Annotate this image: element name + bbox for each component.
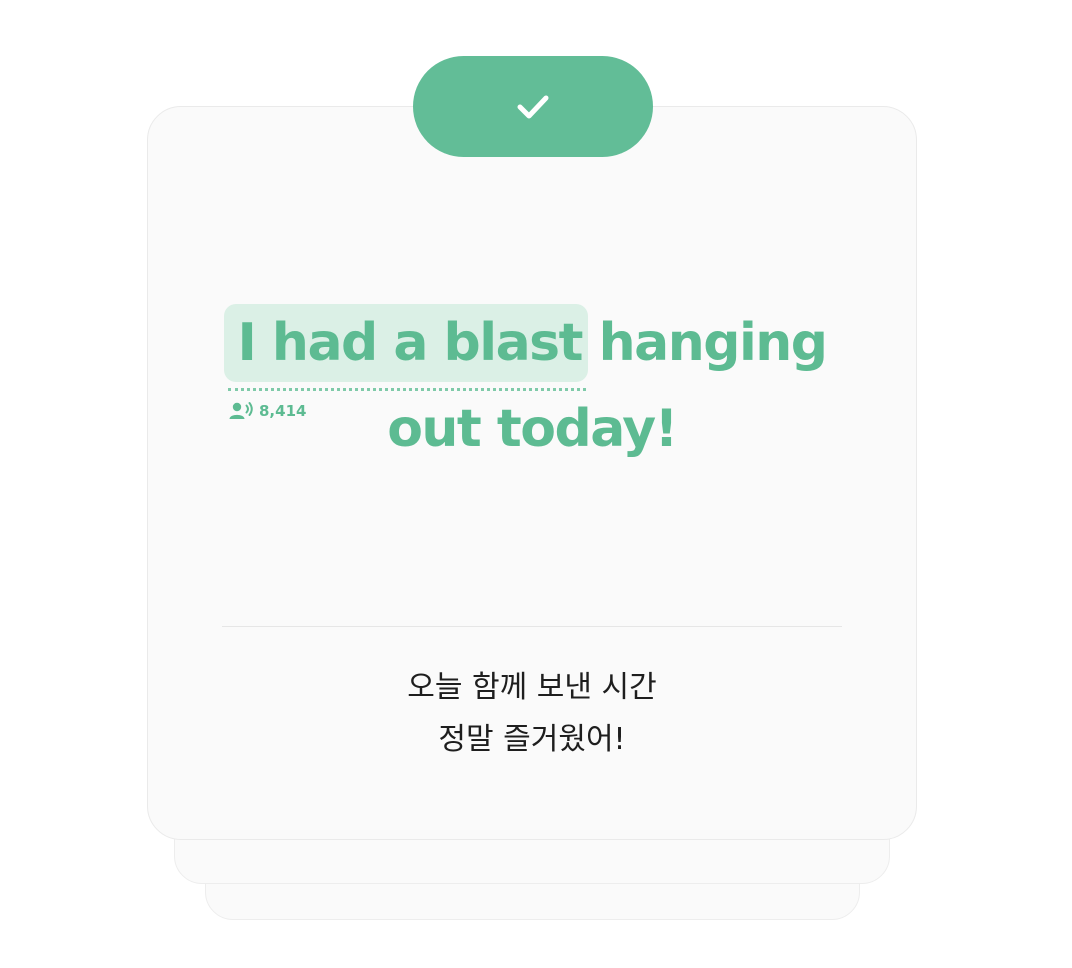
checkmark-icon <box>517 95 549 118</box>
card-divider <box>222 626 842 627</box>
translation-line-2: 정말 즐거웠어! <box>438 722 626 757</box>
phrase-underline <box>228 388 586 391</box>
highlighted-phrase[interactable]: I had a blast <box>237 313 583 373</box>
english-sentence: I had a blast hanging out today! <box>150 300 914 472</box>
phrase-stats: 8,414 <box>228 401 306 421</box>
check-button[interactable] <box>413 56 653 157</box>
usage-count: 8,414 <box>259 402 307 420</box>
translation-line-1: 오늘 함께 보낸 시간 <box>407 670 657 705</box>
speaker-person-icon <box>229 402 253 419</box>
korean-translation: 오늘 함께 보낸 시간 정말 즐거웠어! <box>150 662 914 766</box>
sentence-rest: hanging <box>582 313 828 373</box>
sentence-line-2: out today! <box>387 399 678 459</box>
